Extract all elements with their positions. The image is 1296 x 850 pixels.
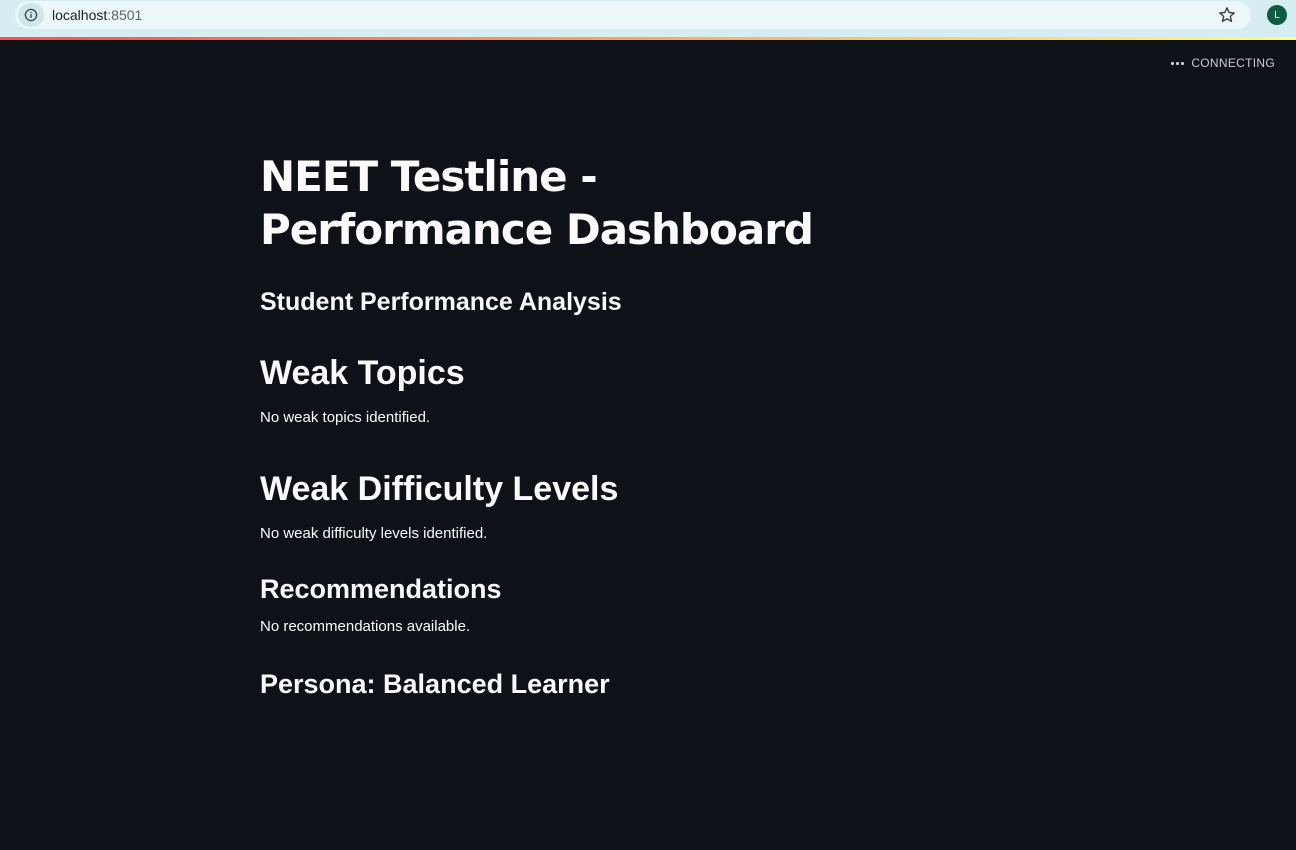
profile-initial: L [1274, 9, 1280, 21]
status-text: CONNECTING [1191, 56, 1275, 70]
url-host: localhost [52, 7, 108, 23]
url-port: :8501 [107, 7, 143, 23]
main-content: NEET Testline - Performance Dashboard St… [260, 150, 996, 701]
weak-difficulty-heading: Weak Difficulty Levels [260, 470, 619, 508]
weak-topics-message: No weak topics identified. [260, 409, 431, 426]
profile-avatar[interactable]: L [1267, 5, 1287, 25]
url-text[interactable]: localhost:8501 [52, 7, 142, 23]
persona-heading: Persona: Balanced Learner [260, 669, 610, 699]
page-title: NEET Testline - Performance Dashboard [260, 152, 814, 254]
weak-difficulty-message: No weak difficulty levels identified. [260, 525, 488, 542]
weak-topics-heading: Weak Topics [260, 354, 465, 392]
browser-toolbar: localhost:8501 L [0, 0, 1296, 37]
more-dots-icon [1171, 61, 1185, 65]
address-bar[interactable]: localhost:8501 [15, 1, 1251, 29]
header-decoration [0, 37, 1296, 40]
status-widget: CONNECTING [1171, 56, 1275, 70]
info-icon[interactable] [18, 3, 44, 27]
recommendations-heading: Recommendations [260, 574, 502, 604]
recommendations-message: No recommendations available. [260, 618, 471, 635]
star-icon[interactable] [1217, 5, 1237, 25]
page-subtitle: Student Performance Analysis [260, 288, 622, 316]
